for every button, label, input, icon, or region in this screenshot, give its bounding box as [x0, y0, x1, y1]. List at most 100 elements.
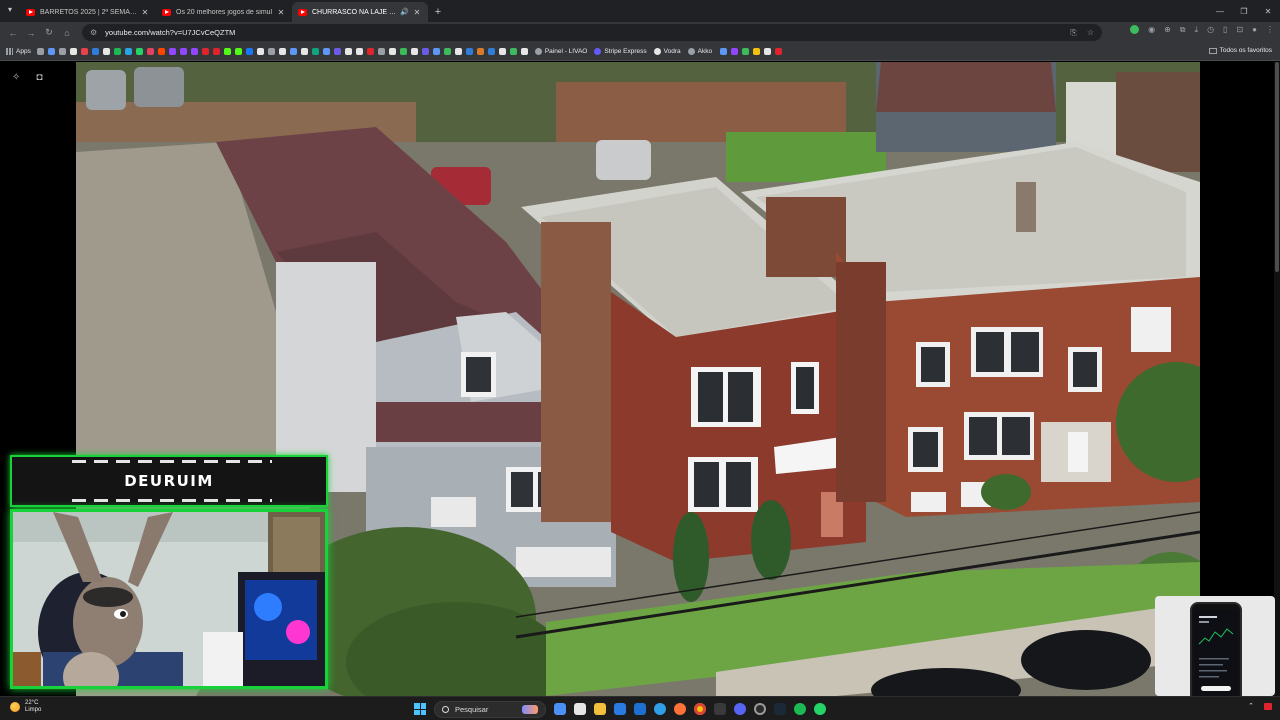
tab-search-icon[interactable]: ▾ — [8, 5, 20, 17]
bookmark-whatsapp-icon[interactable] — [135, 48, 143, 55]
extensions-puzzle-icon[interactable]: ⧉ — [1180, 25, 1186, 35]
bookmark-x-icon[interactable] — [256, 48, 264, 55]
firefox-icon[interactable] — [674, 703, 686, 715]
bookmark-grid-icon[interactable] — [36, 48, 44, 55]
bookmark-gray-icon[interactable] — [267, 48, 275, 55]
maximize-icon[interactable]: ❐ — [1232, 0, 1256, 22]
install-app-icon[interactable]: ⎘ — [1070, 28, 1076, 38]
bookmark-youtube2-icon[interactable] — [212, 48, 220, 55]
store-icon[interactable] — [634, 703, 646, 715]
bookmark-page-icon[interactable] — [69, 48, 77, 55]
tab-barretos[interactable]: BARRETOS 2025 | 2ª SEMANA | ✕ — [20, 2, 156, 22]
edge-icon[interactable] — [654, 703, 666, 715]
bookmark-star-icon[interactable]: ☆ — [1087, 28, 1094, 38]
bookmark-apps[interactable]: Apps — [6, 48, 31, 55]
site-info-icon[interactable]: ⚙ — [90, 28, 97, 37]
reload-icon[interactable]: ↻ — [40, 24, 58, 42]
cast-icon[interactable]: ⊡ — [1236, 25, 1243, 35]
bookmark-facebook-icon[interactable] — [245, 48, 253, 55]
magic-wand-icon[interactable]: ✧ — [12, 72, 20, 83]
extension-dot-icon[interactable]: ◉ — [1148, 25, 1155, 35]
address-bar[interactable]: ⚙ youtube.com/watch?v=U7JCvCeQZTM ⎘ ☆ — [82, 24, 1102, 41]
side-panel-icon[interactable]: ▯ — [1223, 25, 1227, 35]
taskbar-search[interactable]: Pesquisar — [434, 700, 546, 718]
bookmark-blue4-icon[interactable] — [432, 48, 440, 55]
bookmark-gray2-icon[interactable] — [377, 48, 385, 55]
obs-icon[interactable] — [754, 703, 766, 715]
download-icon[interactable]: ⤓ — [1195, 25, 1199, 35]
bookmark-white4-icon[interactable] — [355, 48, 363, 55]
bookmark-blue-icon[interactable] — [91, 48, 99, 55]
camera-icon[interactable]: ◘ — [36, 72, 42, 83]
windows-start-icon[interactable] — [414, 703, 426, 715]
bookmark-white5-icon[interactable] — [388, 48, 396, 55]
bookmark-white-icon[interactable] — [278, 48, 286, 55]
bookmark-yellow-icon[interactable] — [753, 48, 761, 55]
bookmark-telegram-icon[interactable] — [124, 48, 132, 55]
extension-translate-icon[interactable]: ⊕ — [1164, 25, 1171, 35]
bookmark-blue2-icon[interactable] — [289, 48, 297, 55]
bookmark-white3-icon[interactable] — [344, 48, 352, 55]
bookmark-green4-icon[interactable] — [509, 48, 517, 55]
bookmark-twitch-icon[interactable] — [168, 48, 176, 55]
bookmark-blue6-icon[interactable] — [487, 48, 495, 55]
bookmark-folder-icon[interactable] — [47, 48, 55, 55]
task-view-icon[interactable] — [574, 703, 586, 715]
bookmark-white2-icon[interactable] — [300, 48, 308, 55]
close-tab-icon[interactable]: ✕ — [276, 8, 286, 17]
all-bookmarks-folder[interactable]: Todos os favoritos — [1208, 47, 1272, 54]
bookmark-white7-icon[interactable] — [454, 48, 462, 55]
extension-green-icon[interactable] — [1130, 25, 1140, 34]
bookmark-white8-icon[interactable] — [498, 48, 506, 55]
bookmark-white9-icon[interactable] — [520, 48, 528, 55]
bookmark-blue7-icon[interactable] — [720, 48, 728, 55]
file-explorer-icon[interactable] — [594, 703, 606, 715]
steam-icon[interactable] — [774, 703, 786, 715]
minimize-icon[interactable]: — — [1208, 0, 1232, 22]
profile-avatar-icon[interactable]: ● — [1252, 25, 1257, 35]
bookmark-chrome-icon[interactable] — [58, 48, 66, 55]
close-tab-icon[interactable]: ✕ — [140, 8, 150, 17]
bookmark-blue3-icon[interactable] — [322, 48, 330, 55]
bookmark-blue5-icon[interactable] — [465, 48, 473, 55]
app-x-icon[interactable] — [714, 703, 726, 715]
close-window-icon[interactable]: ✕ — [1256, 0, 1280, 22]
bookmark-reddit-icon[interactable] — [157, 48, 165, 55]
tray-overflow-icon[interactable]: ⌃ — [1248, 702, 1254, 710]
bookmark-youtube-icon[interactable] — [201, 48, 209, 55]
bookmark-kick-icon[interactable] — [223, 48, 231, 55]
bookmark-violet-icon[interactable] — [333, 48, 341, 55]
copilot-icon[interactable] — [554, 703, 566, 715]
bookmark-akko[interactable]: Akko — [687, 48, 712, 55]
tab-jogos-simulacao[interactable]: Os 20 melhores jogos de simul ✕ — [156, 2, 292, 22]
spotify-icon[interactable] — [794, 703, 806, 715]
scrollbar-thumb[interactable] — [1275, 62, 1279, 272]
back-icon[interactable]: ← — [4, 24, 22, 42]
bookmark-kick2-icon[interactable] — [234, 48, 242, 55]
bookmark-green2-icon[interactable] — [399, 48, 407, 55]
bookmark-white10-icon[interactable] — [764, 48, 772, 55]
bookmark-vodra[interactable]: Vodra — [653, 48, 681, 55]
new-tab-button[interactable]: + — [428, 2, 448, 22]
bookmark-purple-icon[interactable] — [179, 48, 187, 55]
bookmark-orange-icon[interactable] — [476, 48, 484, 55]
bookmark-painel-livao[interactable]: Painel - LIVAO — [534, 48, 587, 55]
chrome-menu-icon[interactable]: ⋮ — [1266, 25, 1274, 35]
bookmark-red2-icon[interactable] — [366, 48, 374, 55]
discord-icon[interactable] — [734, 703, 746, 715]
bookmark-white6-icon[interactable] — [410, 48, 418, 55]
bookmark-green-icon[interactable] — [311, 48, 319, 55]
bookmark-instagram-icon[interactable] — [146, 48, 154, 55]
speaker-icon[interactable]: 🔊 — [400, 8, 409, 16]
bookmark-spotify-icon[interactable] — [113, 48, 121, 55]
weather-widget[interactable]: 22°C Limpo — [10, 700, 41, 714]
close-tab-icon[interactable]: ✕ — [412, 8, 422, 17]
recording-icon[interactable] — [1264, 702, 1272, 710]
bookmark-red3-icon[interactable] — [775, 48, 783, 55]
tab-churrasco-active[interactable]: CHURRASCO NA LAJE QUE 🔊 ✕ — [292, 2, 428, 22]
bookmark-doc-icon[interactable] — [102, 48, 110, 55]
whatsapp-icon[interactable] — [814, 703, 826, 715]
forward-icon[interactable]: → — [22, 24, 40, 42]
outlook-icon[interactable] — [614, 703, 626, 715]
bookmark-purple2-icon[interactable] — [190, 48, 198, 55]
